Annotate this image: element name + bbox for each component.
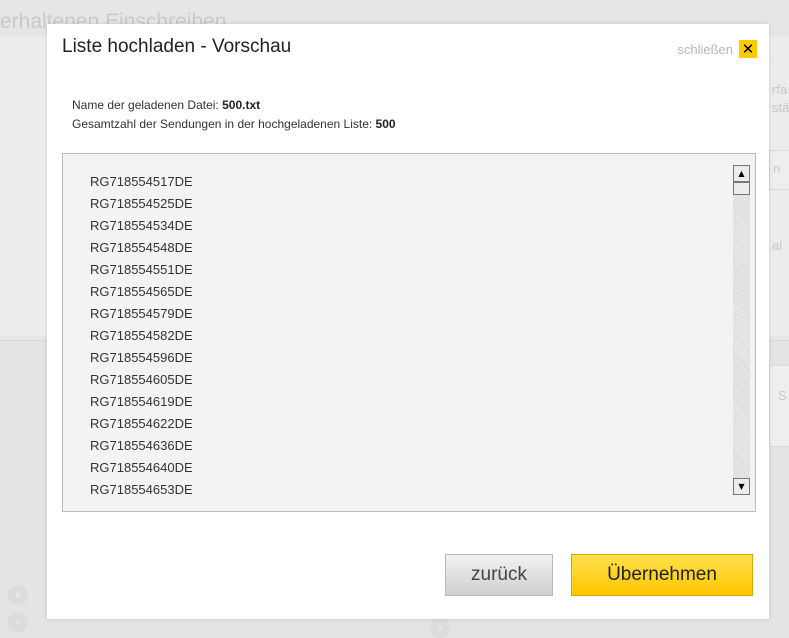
shipment-count-label: Gesamtzahl der Sendungen in der hochgela… xyxy=(72,117,376,131)
shipment-list-box[interactable]: RG718554517DE RG718554525DE RG718554534D… xyxy=(62,153,756,512)
list-item: RG718554636DE xyxy=(90,438,193,453)
file-name-label: Name der geladenen Datei: xyxy=(72,98,223,112)
scroll-up-arrow-icon[interactable]: ▲ xyxy=(733,165,750,182)
background-text-1: rfa xyxy=(772,82,788,97)
list-item: RG718554653DE xyxy=(90,482,193,497)
list-item: RG718554605DE xyxy=(90,372,193,387)
scroll-down-arrow-icon[interactable]: ▼ xyxy=(733,478,750,495)
background-box: n xyxy=(769,150,789,190)
list-item: RG718554622DE xyxy=(90,416,193,431)
background-chevron-icon: » xyxy=(8,585,28,605)
back-button[interactable]: zurück xyxy=(445,554,553,596)
file-name-row: Name der geladenen Datei: 500.txt xyxy=(72,96,396,115)
list-item: RG718554582DE xyxy=(90,328,193,343)
list-scrollbar[interactable]: ▲ ▼ xyxy=(733,165,750,495)
list-item: RG718554525DE xyxy=(90,196,193,211)
upload-preview-dialog: Liste hochladen - Vorschau schließen ✕ N… xyxy=(47,24,769,619)
background-text-3: n xyxy=(773,161,781,176)
background-text-2: stä xyxy=(772,100,789,115)
shipment-count-value: 500 xyxy=(375,117,396,131)
list-item: RG718554565DE xyxy=(90,284,193,299)
scroll-thumb[interactable] xyxy=(733,182,750,195)
list-item: RG718554517DE xyxy=(90,174,193,189)
list-item: RG718554579DE xyxy=(90,306,193,321)
background-text-5: S xyxy=(778,388,787,403)
list-item: RG718554551DE xyxy=(90,262,193,277)
close-icon[interactable]: ✕ xyxy=(739,40,757,58)
apply-button[interactable]: Übernehmen xyxy=(571,554,753,596)
list-item: RG718554548DE xyxy=(90,240,193,255)
background-text-4: al xyxy=(772,238,783,253)
close-label[interactable]: schließen xyxy=(677,42,733,57)
list-item: RG718554596DE xyxy=(90,350,193,365)
background-arrow-icon: › xyxy=(8,612,28,632)
dialog-title: Liste hochladen - Vorschau xyxy=(62,36,292,57)
background-box-2: S xyxy=(769,365,789,447)
list-item: RG718554534DE xyxy=(90,218,193,233)
file-info: Name der geladenen Datei: 500.txt Gesamt… xyxy=(72,96,396,134)
list-item: RG718554640DE xyxy=(90,460,193,475)
file-name-value: 500.txt xyxy=(222,98,261,112)
list-item: RG718554619DE xyxy=(90,394,193,409)
shipment-list: RG718554517DE RG718554525DE RG718554534D… xyxy=(90,171,193,501)
shipment-count-row: Gesamtzahl der Sendungen in der hochgela… xyxy=(72,115,396,134)
close-control[interactable]: schließen ✕ xyxy=(677,40,757,58)
background-arrow-icon-2: › xyxy=(430,618,450,638)
